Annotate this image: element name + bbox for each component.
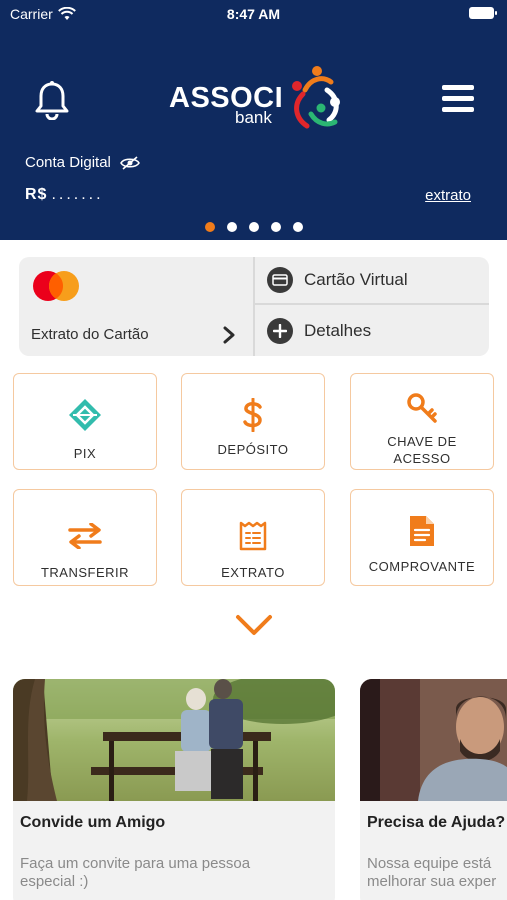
access-key-label: CHAVE DE ACESSO (351, 433, 493, 467)
battery-icon (469, 7, 497, 19)
promo-desc-line1: Nossa equipe está (367, 855, 492, 872)
promo-description: Nossa equipe está melhorar sua exper (367, 855, 496, 891)
promo-image-park-bench (13, 679, 335, 801)
access-key-button[interactable]: CHAVE DE ACESSO (350, 373, 494, 470)
carousel-dot[interactable] (204, 222, 215, 232)
carousel-dot[interactable] (248, 222, 259, 232)
access-key-label-line2: ACESSO (393, 451, 451, 466)
receipt-label: COMPROVANTE (368, 559, 476, 574)
carousel-dot[interactable] (270, 222, 281, 232)
promo-desc-line2: melhorar sua exper (367, 873, 497, 890)
transfer-label: TRANSFERIR (40, 565, 130, 580)
details-button[interactable]: Detalhes (255, 307, 489, 355)
card-panel: Extrato do Cartão Cartão Virtual Detalhe… (19, 257, 489, 356)
promo-title: Convide um Amigo (20, 814, 166, 831)
promo-title: Precisa de Ajuda? (367, 814, 506, 831)
statement-link[interactable]: extrato (425, 187, 471, 204)
plus-icon (267, 318, 293, 344)
chevron-down-icon[interactable] (235, 612, 273, 638)
transfer-arrows-icon (68, 523, 102, 549)
account-title: Conta Digital (25, 154, 111, 171)
promo-card-invite[interactable]: Convide um Amigo Faça um convite para um… (13, 679, 335, 900)
logo-figures-icon (292, 66, 340, 129)
virtual-card-label: Cartão Virtual (304, 270, 408, 289)
chevron-right-icon (223, 326, 235, 344)
key-icon (407, 393, 437, 423)
deposit-button[interactable]: DEPÓSITO (181, 373, 325, 470)
dollar-icon (243, 398, 262, 432)
virtual-card-button[interactable]: Cartão Virtual (255, 257, 489, 305)
card-statement-button[interactable]: Extrato do Cartão (19, 257, 253, 356)
carousel-dot[interactable] (292, 222, 303, 232)
receipt-button[interactable]: COMPROVANTE (350, 489, 494, 586)
promo-description: Faça um convite para uma pessoa especial… (20, 855, 250, 891)
pix-icon (69, 399, 101, 431)
hamburger-menu-icon[interactable] (442, 85, 474, 113)
status-time: 8:47 AM (226, 6, 281, 22)
promo-card-help[interactable]: Precisa de Ajuda? Nossa equipe está melh… (360, 679, 507, 900)
pix-label: PIX (73, 446, 97, 461)
credit-card-icon (267, 267, 293, 293)
promo-desc-line2: especial :) (20, 873, 89, 890)
brand-logo: ASSOCI bank (169, 64, 345, 136)
receipt-icon (239, 521, 267, 551)
status-bar: Carrier 8:47 AM (0, 0, 507, 28)
statement-button[interactable]: EXTRATO (181, 489, 325, 586)
account-label: Conta Digital (25, 154, 140, 171)
deposit-label: DEPÓSITO (217, 442, 289, 457)
eye-toggle-icon[interactable] (119, 155, 140, 170)
transfer-button[interactable]: TRANSFERIR (13, 489, 157, 586)
logo-subtitle: bank (235, 108, 272, 127)
balance-currency: R$ (25, 186, 48, 203)
mastercard-logo-icon (33, 271, 79, 301)
carousel-dot[interactable] (226, 222, 237, 232)
balance-display: R$....... (25, 186, 104, 204)
pix-button[interactable]: PIX (13, 373, 157, 470)
document-icon (410, 516, 434, 546)
carousel-pagination[interactable] (0, 222, 507, 232)
statement-label: EXTRATO (221, 565, 285, 580)
app-header: Carrier 8:47 AM ASSOCI bank Conta Digita… (0, 0, 507, 240)
promo-image-support-agent (360, 679, 507, 801)
notification-bell-icon[interactable] (34, 80, 70, 120)
balance-masked: ....... (51, 186, 104, 203)
promo-desc-line1: Faça um convite para uma pessoa (20, 855, 251, 872)
card-statement-label: Extrato do Cartão (31, 326, 149, 343)
details-label: Detalhes (304, 321, 372, 340)
access-key-label-line1: CHAVE DE (387, 434, 457, 449)
